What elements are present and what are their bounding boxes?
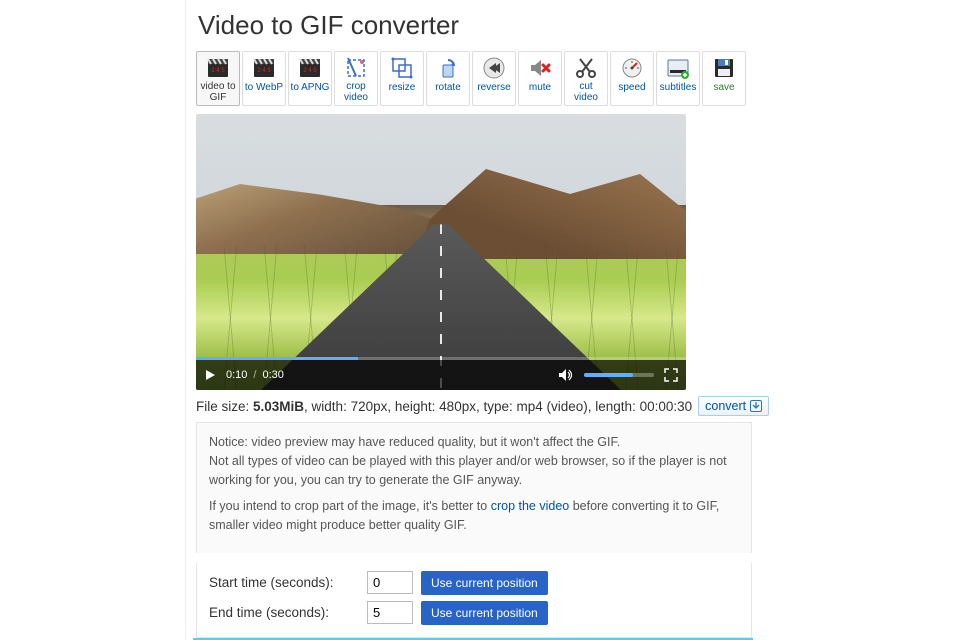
reverse-icon [481, 55, 507, 81]
tool-to-webp[interactable]: 2 4 5 to WebP [242, 51, 286, 106]
time-form: Start time (seconds): Use current positi… [196, 563, 752, 638]
play-button[interactable] [204, 369, 216, 381]
volume-button[interactable] [558, 368, 574, 382]
tool-subtitles[interactable]: subtitles [656, 51, 700, 106]
volume-slider[interactable] [584, 373, 654, 377]
subtitles-icon [665, 55, 691, 81]
resize-icon [389, 55, 415, 81]
start-time-label: Start time (seconds): [209, 575, 359, 590]
tool-save[interactable]: save [702, 51, 746, 106]
mute-icon [527, 55, 553, 81]
speedometer-icon [619, 55, 645, 81]
svg-text:2 4 5: 2 4 5 [257, 68, 271, 74]
tool-video-to-gif[interactable]: 2 4 5 video to GIF [196, 51, 240, 106]
video-controls: 0:10 / 0:30 [196, 360, 686, 390]
tool-mute[interactable]: mute [518, 51, 562, 106]
scissors-icon [573, 55, 599, 80]
tool-reverse[interactable]: reverse [472, 51, 516, 106]
file-type: mp4 (video) [517, 399, 588, 414]
time-display: 0:10 / 0:30 [226, 369, 284, 381]
file-info: File size: 5.03MiB, width: 720px, height… [196, 396, 960, 416]
end-time-label: End time (seconds): [209, 605, 359, 620]
use-current-end-button[interactable]: Use current position [421, 601, 548, 625]
download-arrow-icon [750, 400, 762, 412]
video-frame [196, 114, 686, 390]
tool-resize[interactable]: resize [380, 51, 424, 106]
file-height: 480px [439, 399, 476, 414]
svg-text:2 4 5: 2 4 5 [211, 68, 225, 74]
svg-text:2 4 5: 2 4 5 [303, 68, 317, 74]
file-length: 00:00:30 [640, 399, 693, 414]
start-time-input[interactable] [367, 571, 413, 594]
page-title: Video to GIF converter [198, 10, 960, 41]
file-size: 5.03MiB [253, 399, 304, 414]
tool-crop-video[interactable]: crop video [334, 51, 378, 106]
use-current-start-button[interactable]: Use current position [421, 571, 548, 595]
tool-rotate[interactable]: rotate [426, 51, 470, 106]
toolbar: 2 4 5 video to GIF 2 4 5 to WebP 2 4 5 t… [196, 51, 960, 106]
convert-button[interactable]: convert [698, 396, 769, 416]
fullscreen-button[interactable] [664, 368, 678, 382]
crop-video-link[interactable]: crop the video [491, 499, 570, 513]
floppy-icon [711, 55, 737, 81]
end-time-input[interactable] [367, 601, 413, 624]
clapperboard-icon: 2 4 5 [205, 55, 231, 80]
notice-box: Notice: video preview may have reduced q… [196, 422, 752, 553]
tool-speed[interactable]: speed [610, 51, 654, 106]
clapperboard-icon: 2 4 5 [297, 55, 323, 81]
clapperboard-icon: 2 4 5 [251, 55, 277, 81]
crop-icon [343, 55, 369, 80]
video-player[interactable]: 0:10 / 0:30 [196, 114, 686, 390]
tool-to-apng[interactable]: 2 4 5 to APNG [288, 51, 332, 106]
file-width: 720px [351, 399, 388, 414]
progress-bar[interactable] [196, 357, 686, 360]
rotate-icon [435, 55, 461, 81]
tool-cut-video[interactable]: cut video [564, 51, 608, 106]
